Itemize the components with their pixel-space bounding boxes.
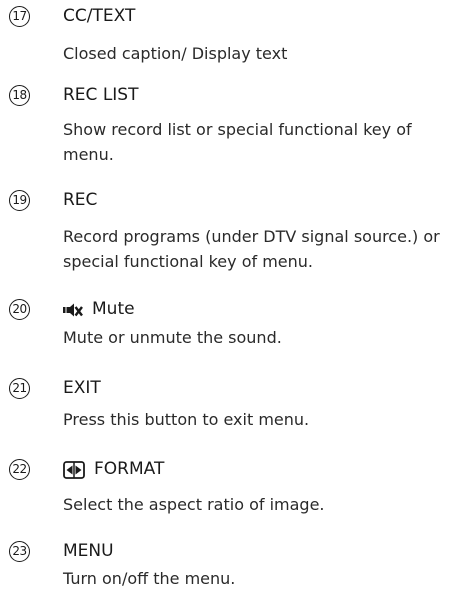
- item-number-badge: 17: [9, 6, 30, 27]
- item-title: EXIT: [63, 378, 101, 398]
- item-title: MENU: [63, 541, 114, 561]
- item-number-badge: 19: [9, 190, 30, 211]
- item-description: Press this button to exit menu.: [63, 410, 310, 429]
- mute-icon: [63, 303, 83, 317]
- item-number-badge: 20: [9, 299, 30, 320]
- item-description: Closed caption/ Display text: [63, 44, 288, 63]
- item-description: Mute or unmute the sound.: [63, 328, 282, 347]
- item-title-text: Mute: [92, 299, 135, 319]
- item-number-badge: 18: [9, 85, 30, 106]
- item-title: FORMAT: [63, 459, 164, 480]
- item-description: Select the aspect ratio of image.: [63, 495, 325, 514]
- item-number-badge: 21: [9, 378, 30, 399]
- item-title: REC LIST: [63, 85, 139, 105]
- format-icon: [63, 460, 85, 479]
- item-title: REC: [63, 190, 98, 210]
- item-number-badge: 22: [9, 459, 30, 480]
- item-number-badge: 23: [9, 541, 30, 562]
- item-title: CC/TEXT: [63, 6, 136, 26]
- item-title: Mute: [63, 299, 135, 320]
- item-title-text: FORMAT: [94, 459, 165, 479]
- item-description: Show record list or special functional k…: [63, 120, 412, 164]
- item-description: Turn on/off the menu.: [63, 569, 236, 588]
- item-description: Record programs (under DTV signal source…: [63, 227, 440, 271]
